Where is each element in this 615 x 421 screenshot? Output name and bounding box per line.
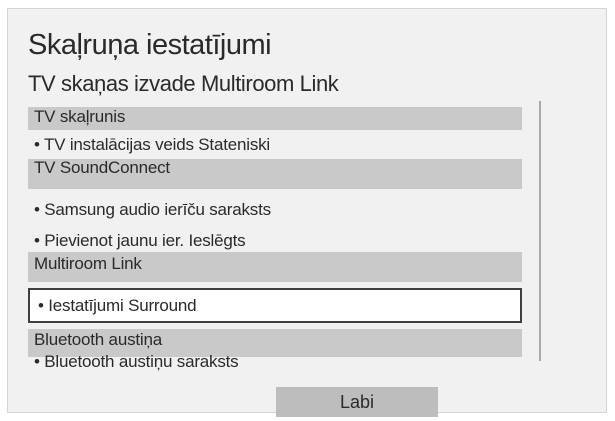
ok-button[interactable]: Labi [276,387,438,417]
speaker-settings-dialog: Skaļruņa iestatījumi TV skaņas izvade Mu… [7,8,607,417]
dialog-subtitle: TV skaņas izvade Multiroom Link [28,71,339,96]
dialog-title: Skaļruņa iestatījumi [28,29,272,61]
section-header-multiroom-link: Multiroom Link [28,252,522,282]
menu-item-tv-installation-type[interactable]: • TV instalācijas veids Stateniski [28,135,522,157]
scrollbar[interactable] [539,101,541,361]
menu-item-settings-surround[interactable]: • Iestatījumi Surround [28,288,522,323]
menu-item-samsung-audio-devices[interactable]: • Samsung audio ierīču saraksts [28,200,522,224]
section-header-tv-speaker: TV skaļrunis [28,107,522,130]
section-header-tv-soundconnect: TV SoundConnect [28,159,522,189]
menu-item-bluetooth-headset-list[interactable]: • Bluetooth austiņu saraksts [28,352,522,374]
